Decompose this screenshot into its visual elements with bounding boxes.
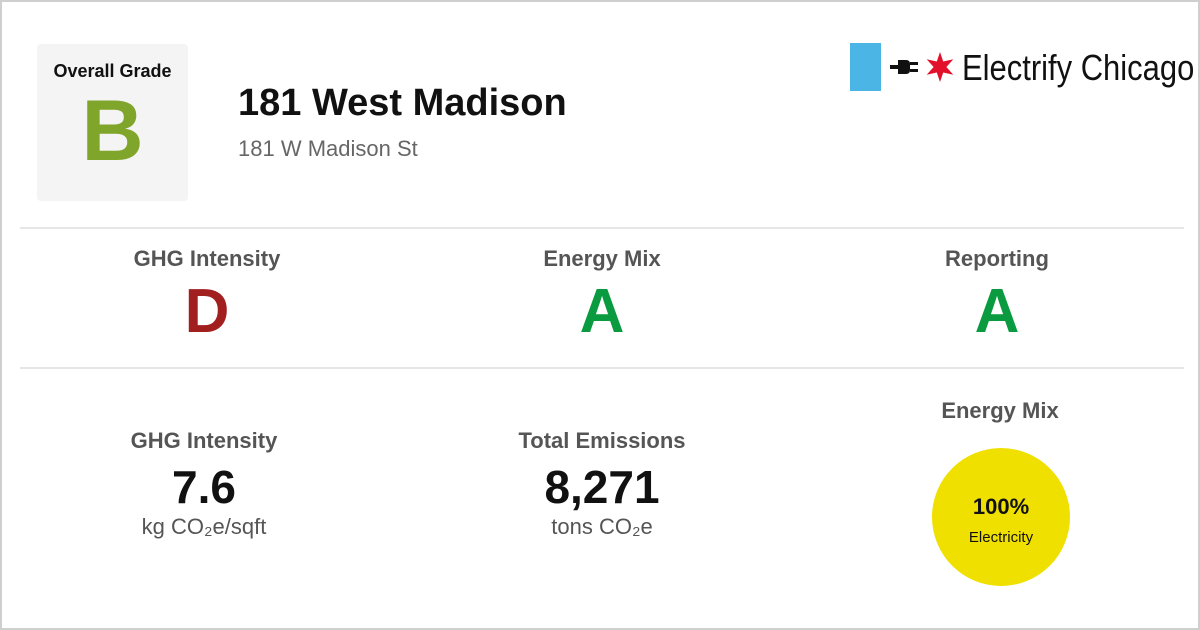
grade-ghg-intensity: GHG Intensity D [57, 244, 357, 344]
plug-icon [890, 60, 918, 74]
energy-mix-title: Energy Mix [941, 398, 1059, 423]
energy-mix-section: Energy Mix 100% Electricity [850, 396, 1150, 586]
stat-total-emissions: Total Emissions 8,271 tons CO₂e [442, 426, 762, 540]
building-name: 181 West Madison [238, 82, 567, 124]
grade-letter: D [184, 277, 230, 346]
stat-title: GHG Intensity [130, 428, 278, 453]
energy-mix-circle: 100% Electricity [932, 448, 1070, 586]
grade-title: Energy Mix [543, 246, 661, 271]
grade-title: GHG Intensity [133, 246, 281, 271]
stat-unit: tons CO₂e [551, 514, 653, 539]
energy-mix-percent: 100% [972, 494, 1030, 519]
brand-logo[interactable]: Electrify Chicago [848, 42, 1194, 92]
grade-reporting: Reporting A [847, 244, 1147, 344]
overall-grade-letter: B [81, 83, 144, 179]
building-card: Overall Grade B 181 West Madison 181 W M… [0, 0, 1200, 630]
stat-value: 8,271 [544, 461, 660, 513]
grade-letter: A [579, 277, 625, 346]
brand-color-bar [850, 43, 881, 91]
stat-ghg-intensity: GHG Intensity 7.6 kg CO₂e/sqft [44, 426, 364, 540]
grade-title: Reporting [945, 246, 1049, 271]
grade-letter: A [974, 277, 1020, 346]
stat-value: 7.6 [172, 461, 236, 513]
energy-mix-source: Electricity [968, 529, 1034, 546]
overall-grade-label: Overall Grade [53, 61, 172, 81]
stat-title: Total Emissions [518, 428, 686, 453]
divider [20, 367, 1184, 369]
star-icon [926, 52, 954, 82]
grade-energy-mix: Energy Mix A [452, 244, 752, 344]
overall-grade-box: Overall Grade B [37, 44, 188, 201]
stat-unit: kg CO₂e/sqft [141, 514, 267, 539]
brand-name: Electrify Chicago [962, 47, 1195, 88]
divider [20, 227, 1184, 229]
building-address: 181 W Madison St [238, 136, 418, 161]
